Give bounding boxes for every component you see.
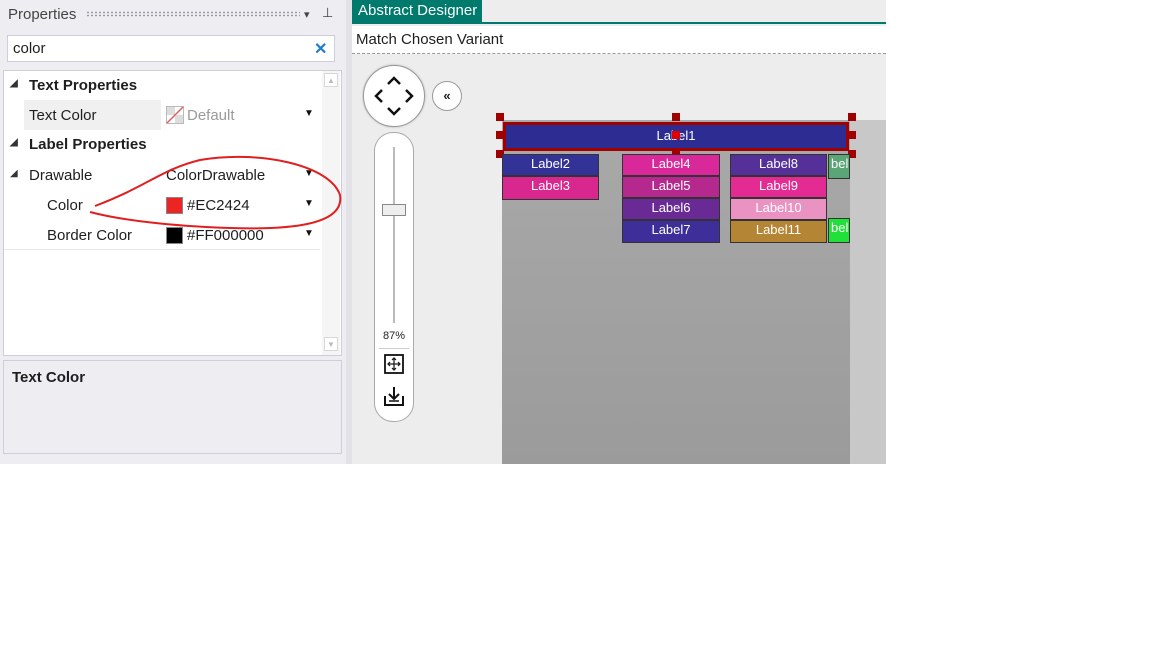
zoom-level: 87% xyxy=(382,330,406,342)
label2-view[interactable]: Label2 xyxy=(502,154,599,176)
grid-divider xyxy=(4,249,320,250)
pan-arrows-icon[interactable] xyxy=(370,72,418,120)
variant-label: Match Chosen Variant xyxy=(356,31,504,48)
tab-abstract-designer[interactable]: Abstract Designer xyxy=(352,0,482,22)
zoom-control[interactable]: 87% xyxy=(374,132,414,422)
label13-view[interactable]: bel xyxy=(828,218,850,243)
variant-bar[interactable]: Match Chosen Variant xyxy=(352,26,886,54)
designer-panel: Abstract Designer Match Chosen Variant L… xyxy=(352,0,886,464)
tab-label: Abstract Designer xyxy=(358,2,478,19)
zoom-divider xyxy=(379,348,409,349)
label10-view[interactable]: Label10 xyxy=(730,198,827,220)
label11-view[interactable]: Label11 xyxy=(730,220,827,243)
selection-handle[interactable] xyxy=(496,113,504,121)
selection-handle[interactable] xyxy=(848,113,856,121)
properties-panel: Properties ▾ ⊥ color ✕ ◢ Text Properties… xyxy=(0,0,346,464)
zoom-slider-track[interactable] xyxy=(393,147,395,323)
label6-view[interactable]: Label6 xyxy=(622,198,720,220)
selection-handle[interactable] xyxy=(848,131,856,139)
scroll-down-icon[interactable]: ▼ xyxy=(324,337,338,351)
label5-view[interactable]: Label5 xyxy=(622,176,720,198)
download-icon[interactable] xyxy=(383,385,405,407)
label12-view[interactable]: bel xyxy=(828,154,850,179)
pan-control[interactable] xyxy=(363,65,425,127)
description-title: Text Color xyxy=(12,369,86,386)
label4-view[interactable]: Label4 xyxy=(622,154,720,176)
label7-view[interactable]: Label7 xyxy=(622,220,720,243)
selection-handle[interactable] xyxy=(672,131,680,139)
label8-view[interactable]: Label8 xyxy=(730,154,827,176)
zoom-slider-thumb[interactable] xyxy=(382,204,406,216)
fit-to-screen-icon[interactable] xyxy=(383,353,405,375)
label9-view[interactable]: Label9 xyxy=(730,176,827,198)
label3-view[interactable]: Label3 xyxy=(502,176,599,200)
tab-underline xyxy=(352,22,886,24)
red-annotation-ellipse xyxy=(89,155,342,230)
selection-handle[interactable] xyxy=(496,131,504,139)
collapse-tools-button[interactable]: « xyxy=(432,81,462,111)
property-description-pane: Text Color xyxy=(3,360,342,454)
selection-handle[interactable] xyxy=(672,113,680,121)
